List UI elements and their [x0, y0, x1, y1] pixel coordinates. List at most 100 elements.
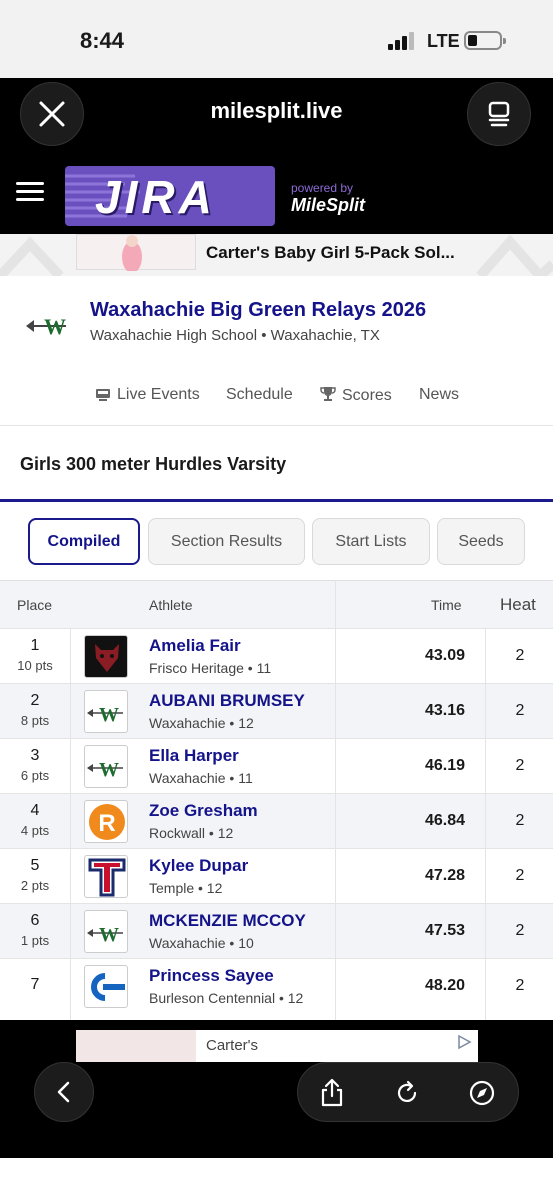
points: 8 pts: [20, 713, 50, 728]
battery-icon: [464, 31, 506, 50]
reload-icon[interactable]: [391, 1077, 423, 1109]
column-divider: [485, 628, 486, 1020]
heat: 2: [515, 977, 525, 994]
ad-banner-bottom[interactable]: Carter's: [76, 1030, 478, 1062]
browser-actions: [297, 1062, 519, 1122]
heat: 2: [515, 647, 525, 664]
waxahachie-logo: W: [84, 690, 128, 733]
site-logo[interactable]: JIRA: [65, 166, 275, 226]
menu-icon[interactable]: [16, 182, 44, 204]
milesplit-brand: MileSplit: [291, 195, 366, 215]
compass-icon[interactable]: [466, 1077, 498, 1109]
athlete-school: Waxahachie • 11: [149, 770, 253, 786]
table-row[interactable]: 4 4 pts R Zoe Gresham Rockwall • 12 46.8…: [0, 793, 553, 848]
nav-news[interactable]: News: [419, 386, 459, 404]
results-table: Place Athlete Time Heat 1 10 pts Amelia …: [0, 580, 553, 1068]
heat: 2: [515, 702, 525, 719]
athlete-school: Rockwall • 12: [149, 825, 234, 841]
table-header: Place Athlete Time Heat: [0, 580, 553, 628]
network-label: LTE: [427, 31, 460, 51]
meet-subtitle: Waxahachie High School • Waxahachie, TX: [90, 327, 380, 344]
table-row[interactable]: 6 1 pts W MCKENZIE MCCOY Waxahachie • 10…: [0, 903, 553, 958]
result-time: 43.16: [424, 702, 465, 719]
ad-text: Carter's: [206, 1037, 259, 1054]
header-place: Place: [17, 597, 53, 613]
nav-live-events[interactable]: Live Events: [95, 386, 200, 404]
header-time: Time: [431, 597, 462, 613]
athlete-school: Temple • 12: [149, 880, 223, 896]
athlete-school: Burleson Centennial • 12: [149, 990, 304, 1006]
place: 3: [30, 747, 40, 764]
adchoices-icon[interactable]: [456, 1034, 472, 1053]
meet-title[interactable]: Waxahachie Big Green Relays 2026: [90, 299, 426, 322]
event-title: Girls 300 meter Hurdles Varsity: [20, 454, 287, 474]
share-icon[interactable]: [316, 1077, 348, 1109]
svg-text:W: W: [99, 704, 119, 726]
event-title-bar: Girls 300 meter Hurdles Varsity: [0, 426, 553, 502]
athlete-name[interactable]: Amelia Fair: [149, 636, 241, 656]
column-divider: [70, 628, 71, 1068]
nav-label: News: [419, 386, 460, 403]
browser-bottom-bar: Carter's: [0, 1020, 553, 1158]
place: 6: [30, 912, 40, 929]
waxahachie-logo: W: [84, 910, 128, 953]
points: 2 pts: [20, 878, 50, 893]
result-time: 46.19: [424, 757, 465, 774]
athlete-name[interactable]: Kylee Dupar: [149, 856, 248, 876]
tab-seeds[interactable]: Seeds: [437, 518, 525, 565]
tab-start-lists[interactable]: Start Lists: [312, 518, 430, 565]
browser-bar: milesplit.live: [0, 78, 553, 150]
site-header: JIRA powered by MileSplit: [0, 150, 553, 234]
athlete-school: Frisco Heritage • 11: [149, 660, 272, 676]
athlete-name[interactable]: Zoe Gresham: [149, 801, 258, 821]
place: 7: [30, 976, 40, 993]
table-row[interactable]: 7 Princess Sayee Burleson Centennial • 1…: [0, 958, 553, 1013]
heat: 2: [515, 922, 525, 939]
result-time: 48.20: [424, 977, 465, 994]
tab-section-results[interactable]: Section Results: [148, 518, 305, 565]
table-row[interactable]: 1 10 pts Amelia Fair Frisco Heritage • 1…: [0, 628, 553, 683]
nav-label: Live Events: [117, 386, 200, 403]
meet-header: W Waxahachie Big Green Relays 2026 Waxah…: [0, 276, 553, 426]
waxahachie-logo: W: [26, 314, 74, 339]
table-row[interactable]: 3 6 pts W Ella Harper Waxahachie • 11 46…: [0, 738, 553, 793]
heat: 2: [515, 757, 525, 774]
temple-logo: [84, 855, 128, 898]
tabs-icon[interactable]: [467, 82, 531, 146]
athlete-name[interactable]: Princess Sayee: [149, 966, 274, 986]
result-time: 47.53: [424, 922, 465, 939]
tab-compiled[interactable]: Compiled: [28, 518, 140, 565]
status-bar: 8:44 LTE: [0, 0, 553, 78]
table-row[interactable]: 2 8 pts W AUBANI BRUMSEY Waxahachie • 12…: [0, 683, 553, 738]
points: 4 pts: [20, 823, 50, 838]
ad-text: Carter's Baby Girl 5-Pack Sol...: [206, 243, 455, 262]
points: 10 pts: [17, 658, 53, 673]
frisco-heritage-logo: [84, 635, 128, 678]
status-time: 8:44: [80, 28, 125, 53]
ad-image: [76, 234, 196, 273]
nav-schedule[interactable]: Schedule: [226, 386, 293, 404]
trophy-icon: [320, 386, 336, 405]
result-time: 43.09: [424, 647, 465, 664]
rockwall-logo: R: [84, 800, 128, 843]
results-tabs: Compiled Section Results Start Lists See…: [0, 502, 553, 580]
waxahachie-logo: W: [84, 745, 128, 788]
ad-image: [76, 1030, 196, 1062]
nav-scores[interactable]: Scores: [320, 386, 392, 405]
athlete-name[interactable]: Ella Harper: [149, 746, 239, 766]
back-button[interactable]: [34, 1062, 94, 1122]
athlete-name[interactable]: AUBANI BRUMSEY: [149, 691, 305, 711]
athlete-name[interactable]: MCKENZIE MCCOY: [149, 911, 306, 931]
points: 6 pts: [20, 768, 50, 783]
table-row[interactable]: 5 2 pts Kylee Dupar Temple • 12 47.28 2: [0, 848, 553, 903]
points: 1 pts: [20, 933, 50, 948]
header-athlete: Athlete: [149, 597, 193, 613]
burleson-centennial-logo: [84, 965, 128, 1008]
heat: 2: [515, 867, 525, 884]
ad-banner-top[interactable]: Carter's Baby Girl 5-Pack Sol...: [0, 234, 553, 276]
logo-text: JIRA: [95, 171, 216, 223]
place: 2: [30, 692, 40, 709]
place: 4: [30, 802, 40, 819]
svg-text:W: W: [99, 759, 119, 781]
result-time: 47.28: [424, 867, 465, 884]
